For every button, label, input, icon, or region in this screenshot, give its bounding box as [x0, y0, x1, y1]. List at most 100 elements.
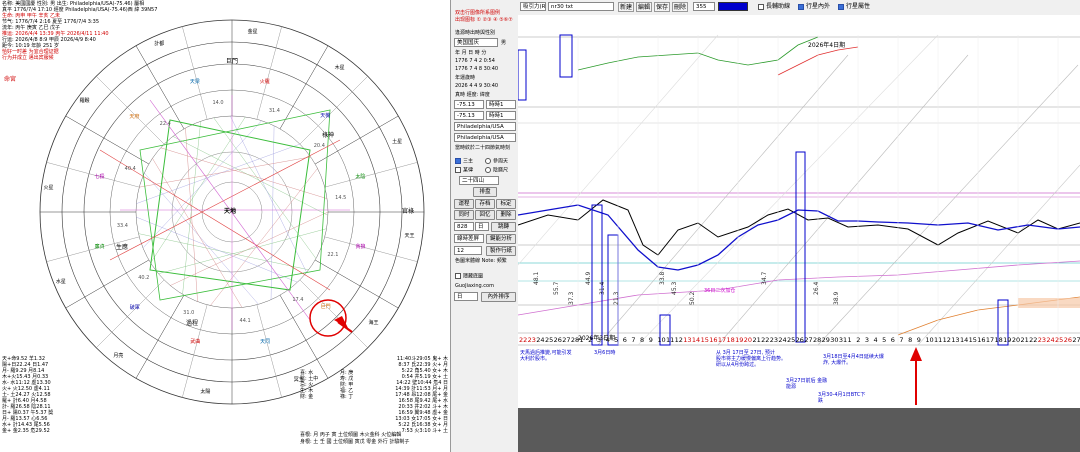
date-tick: 6: [623, 336, 627, 344]
month-label-march: 2026年3日期: [578, 335, 616, 342]
date-tick: 26: [796, 336, 804, 344]
edit-button[interactable]: 編輯: [636, 2, 652, 12]
timezone-select-1[interactable]: 時時1: [486, 100, 516, 109]
date-tick: 25: [545, 336, 553, 344]
day-select[interactable]: 日: [454, 292, 478, 301]
planet-row: 金+ 金2.35 危29.52: [2, 428, 50, 434]
date-tick: 27: [1072, 336, 1080, 344]
date-tick: 15: [701, 336, 709, 344]
date-tick: 3: [865, 336, 869, 344]
ring-number: 40.4: [124, 166, 136, 173]
date-tick: 11: [934, 336, 942, 344]
date-tick: 8: [908, 336, 912, 344]
timezone-select-2[interactable]: 時時1: [486, 111, 516, 120]
checkbox-icon: [455, 167, 461, 173]
date-tick: 25: [787, 336, 795, 344]
chk-hide-bg[interactable]: 隱藏底圖: [455, 273, 483, 280]
ring-number: 14.0: [212, 99, 224, 106]
date-tick: 2: [856, 336, 860, 344]
star-label: 廉貞: [94, 244, 105, 251]
city-select-1[interactable]: Philadelphia/USA: [454, 122, 516, 131]
delete-record-button[interactable]: 删除: [496, 210, 516, 220]
hint-red-1: 双击行图像所系图例: [455, 10, 501, 16]
ring-number: 31.0: [183, 310, 195, 317]
unit-select[interactable]: 日: [475, 222, 489, 231]
sort-button[interactable]: 內外排序: [481, 292, 516, 302]
date-tick: 20: [744, 336, 752, 344]
element-block-2: 月: 庚寿: 戊財: 甲福: 乙祿: 丁: [340, 370, 353, 400]
analyze-button[interactable]: 鍵能分析: [486, 234, 516, 244]
birth-row-1: 1776 7 4 2 0:54: [455, 58, 495, 64]
checkbox-icon: [838, 3, 844, 10]
ring-number: 40.2: [138, 275, 150, 282]
longitude-select-1[interactable]: -75.13: [454, 100, 484, 109]
label-yun: 年運歲時: [455, 75, 476, 81]
element-block-1: 喜: 水陰: 土中 忌: 火生: 木財: 金: [300, 370, 318, 400]
ring-number: 33.4: [116, 222, 128, 229]
long-line-toggle[interactable]: 長輔助線: [758, 3, 790, 10]
recall-button[interactable]: 回忆: [475, 210, 495, 220]
chk-moujin[interactable]: 某律: [455, 167, 473, 174]
star-select[interactable]: 吸引力(R): [520, 2, 546, 11]
date-tick: 6: [891, 336, 895, 344]
value-input[interactable]: 355: [693, 2, 715, 11]
vertical-value-label: 37.3: [568, 291, 575, 305]
vertical-value-label: 26.4: [813, 281, 820, 295]
birth-table-header: 年 月 日 時 分: [455, 50, 487, 56]
number-input[interactable]: 12: [454, 246, 482, 255]
star-label: 天機: [320, 113, 331, 120]
ring-number: 22.1: [327, 251, 339, 258]
date-tick: 22: [1029, 336, 1037, 344]
new-button[interactable]: 新建: [618, 2, 634, 12]
outer-planet-label: 計都: [154, 40, 165, 47]
save-record-button[interactable]: 存档: [475, 199, 495, 209]
sync-button[interactable]: 同时: [454, 210, 474, 220]
date-tick: 24: [1046, 336, 1054, 344]
hint-red-2: 出现图标 ① ②③ ④ ⑤⑥⑦: [455, 17, 513, 23]
lines-select[interactable]: 線時差屏: [454, 234, 484, 243]
date-tick: 16: [709, 336, 717, 344]
calibrate-button[interactable]: 标定: [496, 199, 516, 209]
star-label: 天府: [129, 113, 140, 120]
chk-yinchi[interactable]: 陰曆尺: [485, 167, 508, 174]
date-tick: 14: [960, 336, 968, 344]
grid-toggle[interactable]: 行星屬性: [838, 3, 870, 10]
pai-button[interactable]: 排盘: [473, 187, 497, 197]
transit-toggle[interactable]: 行星內外: [798, 3, 830, 10]
date-tick: 21: [752, 336, 760, 344]
ring-number: 44.1: [239, 318, 251, 325]
name-input[interactable]: 美国国庆: [454, 38, 498, 47]
bottom-bar: [518, 408, 1080, 452]
mode-select[interactable]: 二十四山: [459, 176, 499, 185]
jump-button[interactable]: 跳轉: [491, 222, 516, 232]
date-tick: 25: [1055, 336, 1063, 344]
delete-button[interactable]: 刪除: [672, 2, 688, 12]
annotation-5: 3月27日前后 金融 能源: [786, 378, 828, 390]
timeline-panel: 吸引力(R) nr30 txt 新建 編輯 保存 刪除 355 長輔助線 行星內…: [518, 0, 1080, 452]
star-label: 七殺: [94, 174, 105, 181]
file-select[interactable]: nr30 txt: [548, 2, 614, 11]
ring-number: 31.4: [268, 107, 280, 114]
date-tick: 18: [995, 336, 1003, 344]
planet-table-right: 11:40斗29:05 鬼+ 木 8:37 氐22:39 火+ 月 5:22 角5.…: [372, 356, 448, 434]
color-swatch[interactable]: [718, 2, 748, 11]
make-button[interactable]: 製作行紙: [486, 246, 516, 256]
date-tick: 31: [839, 336, 847, 344]
footer-line-1: 喜根: 月 丙子 寅 土位傾圖 木火金科 火位編輯: [300, 432, 402, 438]
ring-number: 20.4: [313, 142, 325, 149]
radio-icon: [485, 167, 491, 173]
number-select[interactable]: 828: [454, 222, 474, 231]
date-tick: 28: [813, 336, 821, 344]
date-tick: 12: [675, 336, 683, 344]
yuncheng-button[interactable]: 運程: [454, 199, 474, 209]
checkbox-icon: [455, 273, 461, 279]
save-button[interactable]: 保存: [654, 2, 670, 12]
chk-xiaomei[interactable]: 參周天: [485, 158, 508, 165]
ring-number: 14.5: [335, 195, 347, 202]
section-subheader: 逢源時出時與性別: [455, 30, 496, 36]
chk-sanzhu[interactable]: 三主: [455, 158, 473, 165]
annotation-6: 3月30-4月1日BTC下 跌: [818, 392, 866, 404]
longitude-select-2[interactable]: -75.13: [454, 111, 484, 120]
control-panel: 双击行图像所系图例 出现图标 ① ②③ ④ ⑤⑥⑦ 逢源時出時與性別 美国国庆 …: [450, 0, 520, 452]
city-select-2[interactable]: Philadelphia/USA: [454, 133, 516, 142]
